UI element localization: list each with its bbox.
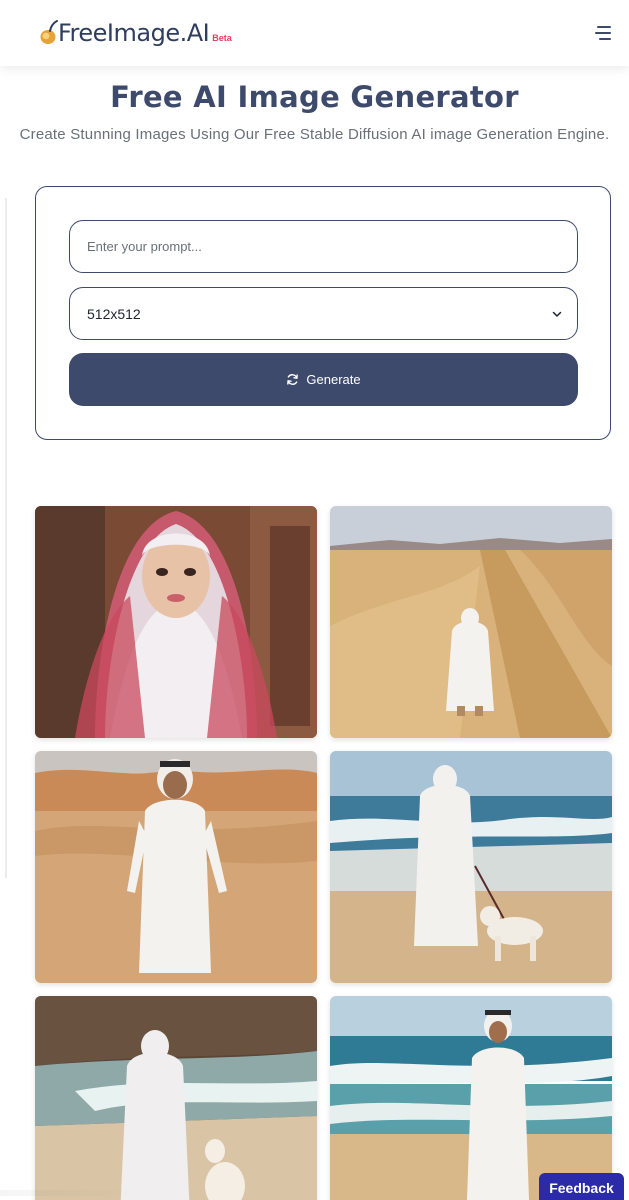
portrait-woman-image bbox=[35, 506, 317, 738]
gallery-image-6[interactable] bbox=[330, 996, 612, 1200]
menu-line bbox=[597, 26, 611, 28]
feedback-button[interactable]: Feedback bbox=[539, 1173, 624, 1200]
gallery-image-1[interactable] bbox=[35, 506, 317, 738]
desert-walk-image bbox=[330, 506, 612, 738]
beach-dog-image bbox=[330, 751, 612, 983]
menu-line bbox=[595, 32, 611, 34]
prompt-input[interactable] bbox=[69, 220, 578, 273]
hamburger-icon[interactable] bbox=[581, 18, 611, 48]
gallery-image-3[interactable] bbox=[35, 751, 317, 983]
site-header: FreeImage.AI Beta bbox=[0, 0, 629, 66]
logo[interactable]: FreeImage.AI Beta bbox=[38, 13, 232, 53]
refresh-icon bbox=[287, 374, 299, 385]
chevron-down-icon bbox=[552, 311, 562, 317]
menu-line bbox=[599, 38, 611, 40]
logo-text: FreeImage.AI bbox=[58, 19, 210, 47]
bottom-shadow bbox=[0, 1190, 140, 1196]
gallery-image-5[interactable] bbox=[35, 996, 317, 1200]
generator-form-card: 512x512 Generate bbox=[35, 186, 611, 440]
generate-button[interactable]: Generate bbox=[69, 353, 578, 406]
side-divider bbox=[5, 198, 7, 878]
page-subtitle: Create Stunning Images Using Our Free St… bbox=[19, 126, 610, 143]
size-select-value: 512x512 bbox=[87, 305, 141, 322]
page-title: Free AI Image Generator bbox=[110, 80, 519, 114]
dunes-man-image bbox=[35, 751, 317, 983]
generate-button-label: Generate bbox=[306, 372, 361, 387]
size-select[interactable]: 512x512 bbox=[69, 287, 578, 340]
beach-man-image bbox=[330, 996, 612, 1200]
cliff-beach-image bbox=[35, 996, 317, 1200]
beta-badge: Beta bbox=[212, 33, 232, 43]
gallery-image-4[interactable] bbox=[330, 751, 612, 983]
logo-mark-icon bbox=[40, 20, 58, 44]
gallery-image-2[interactable] bbox=[330, 506, 612, 738]
